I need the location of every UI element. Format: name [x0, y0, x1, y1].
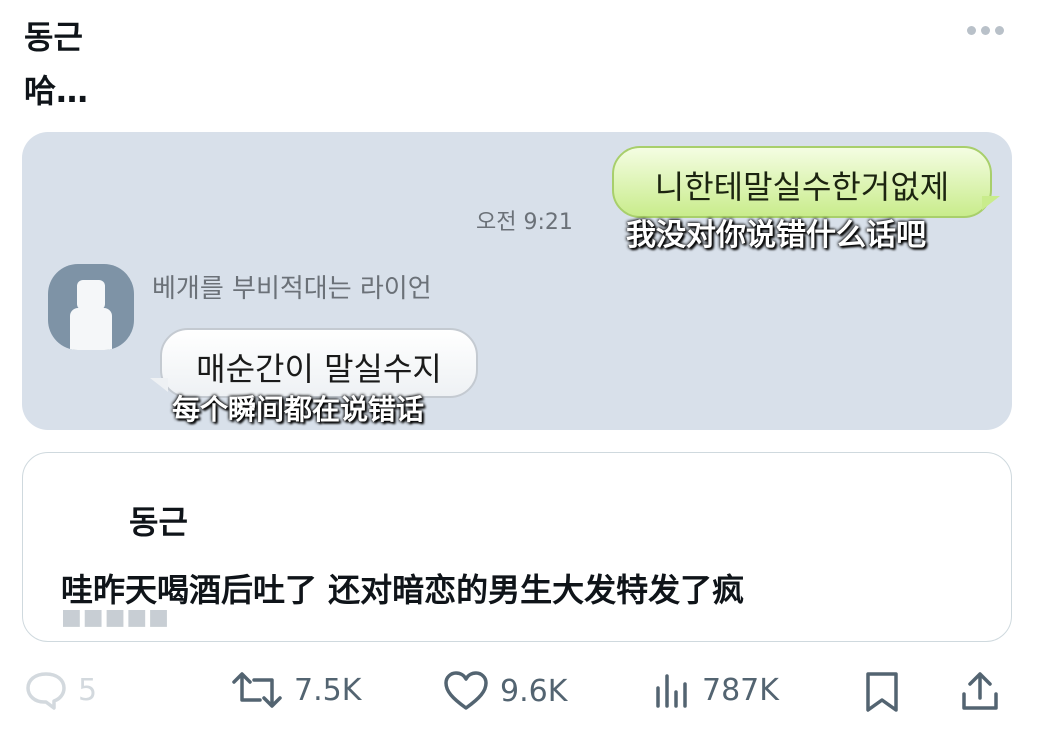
sender-name: 베개를 부비적대는 라이언 [152, 274, 432, 304]
bookmark-icon [866, 672, 898, 712]
avatar-head-shape [77, 280, 105, 310]
view-count: 787K [702, 672, 779, 708]
like-icon [444, 671, 488, 710]
quoted-post[interactable]: 동근 哇昨天喝酒后吐了 还对暗恋的男生大发特发了疯 ■■■■■ [22, 452, 1012, 642]
like-count: 9.6K [500, 673, 568, 709]
outgoing-bubble: 니한테말실수한거없제 [612, 146, 992, 218]
retweet-button[interactable]: 7.5K [230, 670, 361, 710]
retweet-icon [232, 672, 282, 708]
action-bar: 5 7.5K 9.6K 787K [0, 660, 1038, 720]
outgoing-bubble-tail [982, 196, 1000, 210]
incoming-message: 매순간이 말실수지 [196, 350, 442, 388]
post-text: 哈… [24, 72, 89, 110]
message-time: 오전 9:21 [476, 210, 573, 235]
incoming-bubble-tail [150, 378, 168, 392]
post-author[interactable]: 동근 [24, 12, 83, 58]
reply-button[interactable]: 5 [24, 670, 97, 710]
views-icon [656, 674, 687, 708]
retweet-count: 7.5K [294, 672, 362, 708]
more-icon[interactable] [967, 26, 1004, 35]
incoming-subtitle: 每个瞬间都在说错话 [172, 393, 425, 426]
outgoing-message: 니한테말실수한거없제 [654, 168, 950, 206]
share-button[interactable] [958, 670, 1002, 714]
quoted-author: 동근 [129, 503, 188, 541]
avatar-body-shape [70, 308, 112, 350]
watermark: ■■■■■ [61, 605, 170, 630]
avatar [48, 264, 134, 350]
share-icon [962, 672, 998, 710]
views-button[interactable]: 787K [652, 670, 779, 710]
outgoing-subtitle: 我没对你说错什么话吧 [626, 218, 926, 253]
media-image[interactable]: 니한테말실수한거없제 我没对你说错什么话吧 오전 9:21 베개를 부비적대는 … [22, 132, 1012, 430]
bookmark-button[interactable] [862, 670, 902, 714]
reply-count: 5 [78, 672, 98, 708]
like-button[interactable]: 9.6K [442, 670, 567, 712]
reply-icon [26, 672, 66, 710]
